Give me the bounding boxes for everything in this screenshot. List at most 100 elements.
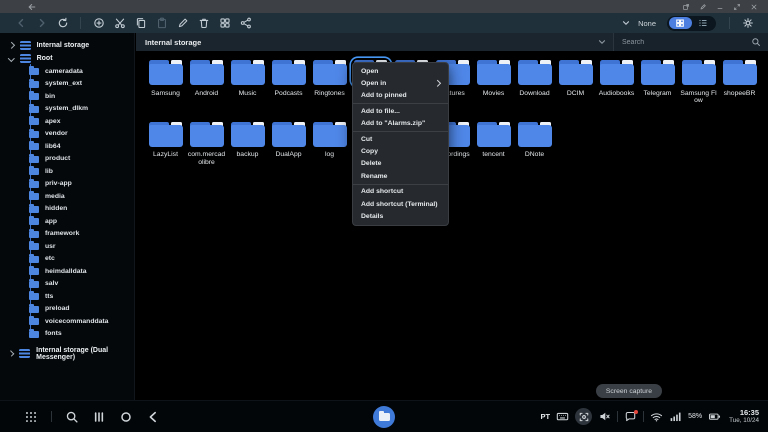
folder-tile[interactable]: LazyList (145, 120, 186, 167)
signal-icon[interactable] (669, 410, 682, 423)
folder-tile[interactable]: Audiobooks (596, 58, 637, 105)
sidebar-item[interactable]: Root (0, 52, 134, 65)
chevron-down-icon[interactable] (8, 55, 14, 61)
view-grid-button[interactable] (669, 17, 692, 29)
chevron-right-icon[interactable] (8, 350, 14, 356)
notifications-button[interactable] (624, 410, 637, 423)
search-icon[interactable] (751, 37, 761, 47)
sidebar-folder-item[interactable]: framework (0, 228, 134, 241)
folder-tile[interactable]: com.mercadolibre (186, 120, 227, 167)
chevron-right-icon[interactable] (8, 42, 14, 48)
new-item-icon[interactable] (93, 17, 105, 29)
context-menu-item[interactable]: Add to file... (353, 105, 448, 117)
folder-tile[interactable]: DualApp (268, 120, 309, 167)
folder-tile[interactable]: Samsung (145, 58, 186, 105)
sidebar-folder-item[interactable]: system_ext (0, 78, 134, 91)
sidebar-folder-item[interactable]: app (0, 215, 134, 228)
recents-icon[interactable] (92, 410, 106, 424)
copy-icon[interactable] (135, 17, 147, 29)
cut-icon[interactable] (114, 17, 126, 29)
folder-tile[interactable]: Podcasts (268, 58, 309, 105)
sidebar-folder-item[interactable]: preload (0, 303, 134, 316)
context-menu-item[interactable]: Add shortcut (Terminal) (353, 198, 448, 210)
share-icon[interactable] (240, 17, 252, 29)
delete-icon[interactable] (198, 17, 210, 29)
folder-tile[interactable]: Telegram (637, 58, 678, 105)
sidebar-folder-item[interactable]: salv (0, 278, 134, 291)
refresh-icon[interactable] (57, 17, 69, 29)
filter-label[interactable]: None (638, 19, 656, 28)
folder-tile[interactable]: backup (227, 120, 268, 167)
sidebar-folder-item[interactable]: fonts (0, 328, 134, 341)
maximize-icon[interactable] (733, 3, 741, 11)
sidebar-folder-item[interactable]: lib (0, 165, 134, 178)
nav-forward-icon[interactable] (36, 17, 48, 29)
context-menu-item[interactable]: Delete (353, 158, 448, 170)
sidebar-folder-item[interactable]: cameradata (0, 65, 134, 78)
path-location[interactable]: Internal storage (136, 38, 201, 47)
back-arrow-icon[interactable] (27, 2, 37, 12)
language-indicator[interactable]: PT (541, 412, 551, 421)
minimize-icon[interactable] (716, 3, 724, 11)
context-menu-item[interactable]: Add to "Alarms.zip" (353, 118, 448, 130)
context-menu-item[interactable]: Add to pinned (353, 90, 448, 102)
folder-tile[interactable]: DNote (514, 120, 555, 167)
sidebar-folder-item[interactable]: voicecommanddata (0, 315, 134, 328)
battery-icon[interactable] (708, 410, 721, 423)
folder-tile[interactable]: Samsung Flow (678, 58, 719, 105)
apps-grid-icon[interactable] (24, 410, 38, 424)
popup-window-icon[interactable] (682, 3, 690, 11)
sidebar-folder-item[interactable]: product (0, 153, 134, 166)
home-icon[interactable] (119, 410, 133, 424)
sidebar-folder-item[interactable]: heimdalldata (0, 265, 134, 278)
paste-icon[interactable] (156, 17, 168, 29)
folder-tile[interactable]: Download (514, 58, 555, 105)
back-icon[interactable] (146, 410, 160, 424)
close-icon[interactable] (750, 3, 758, 11)
sidebar-folder-item[interactable]: bin (0, 90, 134, 103)
clock[interactable]: 16:35 Tue, 10/24 (729, 409, 759, 425)
settings-gear-icon[interactable] (742, 17, 754, 29)
my-files-app-icon[interactable] (373, 406, 395, 428)
sidebar-item[interactable]: Internal storage (0, 39, 134, 52)
search-icon[interactable] (65, 410, 79, 424)
view-list-button[interactable] (692, 17, 715, 29)
folder-tile[interactable]: Music (227, 58, 268, 105)
context-menu-item[interactable]: Rename (353, 170, 448, 182)
screen-capture-button[interactable] (575, 408, 592, 425)
folder-tile[interactable]: log (309, 120, 350, 167)
folder-tile[interactable]: Ringtones (309, 58, 350, 105)
nav-back-icon[interactable] (15, 17, 27, 29)
folder-tile[interactable]: Movies (473, 58, 514, 105)
context-menu-item[interactable]: Cut (353, 133, 448, 145)
pen-window-icon[interactable] (699, 3, 707, 11)
context-menu-item[interactable]: Details (353, 210, 448, 222)
sidebar-folder-item[interactable]: etc (0, 253, 134, 266)
volume-mute-icon[interactable] (598, 410, 611, 423)
context-menu-item[interactable]: Open in (353, 77, 448, 89)
sidebar-folder-item[interactable]: priv-app (0, 178, 134, 191)
keyboard-icon[interactable] (556, 410, 569, 423)
folder-tile[interactable]: DCIM (555, 58, 596, 105)
sidebar-folder-item[interactable]: tts (0, 290, 134, 303)
sidebar-item[interactable]: Internal storage (Dual Messenger) (0, 347, 134, 360)
search-input[interactable] (614, 39, 751, 46)
path-chevron-icon[interactable] (597, 37, 607, 47)
wifi-icon[interactable] (650, 410, 663, 423)
context-menu-item[interactable]: Add shortcut (353, 186, 448, 198)
folder-tile[interactable]: shopeeBR (719, 58, 760, 105)
sidebar-folder-item[interactable]: lib64 (0, 140, 134, 153)
context-menu-item[interactable]: Copy (353, 145, 448, 157)
sidebar-folder-item[interactable]: vendor (0, 128, 134, 141)
manage-icon[interactable] (219, 17, 231, 29)
sidebar-folder-item[interactable]: media (0, 190, 134, 203)
sidebar-folder-item[interactable]: usr (0, 240, 134, 253)
folder-tile[interactable]: tencent (473, 120, 514, 167)
sort-chevron-icon[interactable] (621, 18, 631, 28)
rename-icon[interactable] (177, 17, 189, 29)
context-menu-item[interactable]: Open (353, 65, 448, 77)
sidebar-folder-item[interactable]: hidden (0, 203, 134, 216)
sidebar-folder-item[interactable]: apex (0, 115, 134, 128)
sidebar-folder-item[interactable]: system_dlkm (0, 103, 134, 116)
folder-tile[interactable]: Android (186, 58, 227, 105)
